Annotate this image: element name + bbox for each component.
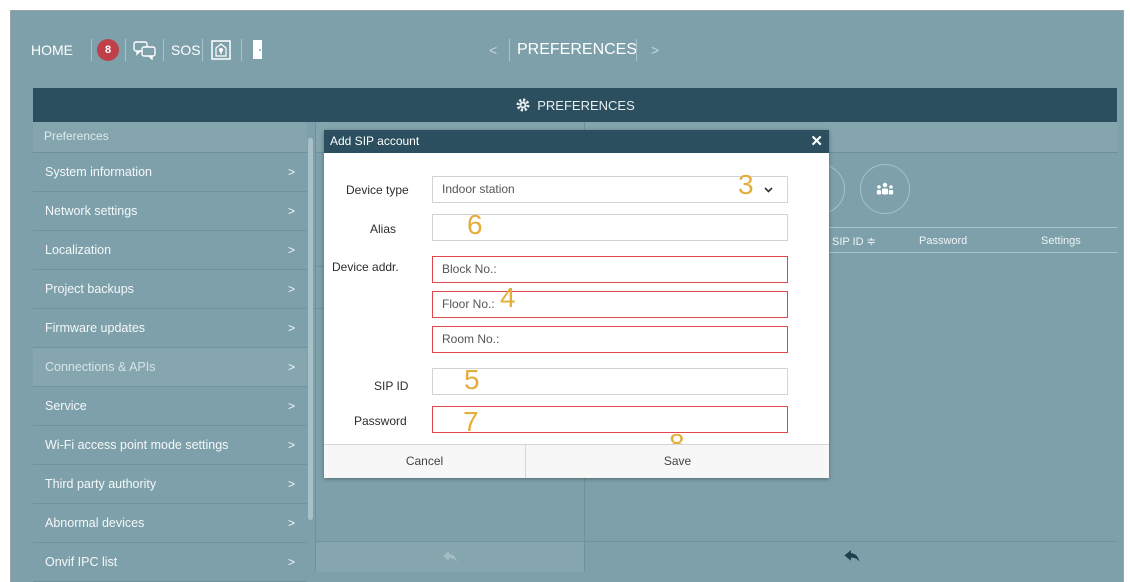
chevron-right-icon: >: [287, 204, 295, 218]
block-no-placeholder: Block No.:: [442, 262, 497, 276]
sidebar-scrollbar[interactable]: [308, 138, 313, 520]
dialog-footer: Cancel Save: [324, 444, 829, 478]
password-input[interactable]: [432, 406, 788, 433]
chevron-right-icon: >: [287, 438, 295, 452]
save-label: Save: [663, 454, 692, 468]
preferences-sidebar: Preferences System information > Network …: [33, 122, 307, 582]
sidebar-item-onvif-ipc-list[interactable]: Onvif IPC list >: [33, 543, 307, 582]
notifications-button[interactable]: 8: [97, 19, 119, 81]
sip-id-label: SIP ID: [374, 379, 409, 393]
sip-id-input[interactable]: [432, 368, 788, 395]
chevron-right-icon: >: [287, 399, 295, 413]
sidebar-item-label: Third party authority: [45, 477, 157, 491]
chevron-down-icon: [764, 187, 773, 193]
page-title-label: PREFERENCES: [517, 41, 638, 58]
sidebar-item-label: Onvif IPC list: [45, 555, 118, 569]
add-sip-account-dialog: Add SIP account ✕ Device type Indoor sta…: [324, 130, 829, 478]
messages-button[interactable]: [133, 19, 157, 81]
callout-3: 3: [738, 169, 754, 200]
home-label: HOME: [31, 42, 73, 58]
dialog-title: Add SIP account: [330, 134, 420, 148]
back-arrow-icon[interactable]: [442, 550, 458, 564]
house-shield-icon: [211, 40, 231, 60]
sidebar-item-label: Wi-Fi access point mode settings: [45, 438, 229, 452]
dialog-header: Add SIP account ✕: [324, 130, 829, 153]
block-no-input[interactable]: Block No.:: [432, 256, 788, 283]
security-button[interactable]: [210, 19, 232, 81]
connections-panel-footer: [316, 541, 584, 572]
gear-icon: [516, 98, 530, 112]
room-no-placeholder: Room No.:: [442, 332, 500, 346]
chevron-right-icon: >: [287, 477, 295, 491]
close-icon[interactable]: ✕: [810, 130, 823, 153]
section-header-title: PREFERENCES: [537, 97, 635, 113]
chat-bubbles-icon: [133, 41, 156, 60]
top-bar: HOME 8 SOS < PREFERENCES >: [19, 19, 1117, 81]
sidebar-item-project-backups[interactable]: Project backups >: [33, 270, 307, 309]
nav-prev-label: <: [489, 42, 498, 58]
callout-4: 4: [500, 282, 516, 313]
add-group-button[interactable]: [860, 164, 910, 214]
sidebar-item-label: Abnormal devices: [45, 516, 145, 530]
nav-next-label: >: [651, 42, 660, 58]
column-sip-id[interactable]: SIP ID ≑: [832, 235, 876, 248]
group-users-icon: [876, 182, 894, 195]
sidebar-item-label: Connections & APIs: [45, 360, 156, 374]
door-button[interactable]: [251, 19, 265, 81]
callout-5: 5: [464, 364, 480, 395]
chevron-right-icon: >: [287, 555, 295, 569]
sidebar-item-label: Network settings: [45, 204, 138, 218]
sidebar-item-label: Firmware updates: [45, 321, 146, 335]
floor-no-input[interactable]: Floor No.:: [432, 291, 788, 318]
alias-label: Alias: [370, 222, 397, 236]
sidebar-item-localization[interactable]: Localization >: [33, 231, 307, 270]
sidebar-item-wifi-ap-mode[interactable]: Wi-Fi access point mode settings >: [33, 426, 307, 465]
nav-prev-button[interactable]: <: [489, 19, 497, 81]
notification-count-badge: 8: [97, 39, 119, 61]
chevron-right-icon: >: [287, 321, 295, 335]
chevron-right-icon: >: [287, 516, 295, 530]
sidebar-item-third-party-authority[interactable]: Third party authority >: [33, 465, 307, 504]
sidebar-item-label: Project backups: [45, 282, 134, 296]
section-header: PREFERENCES: [33, 88, 1117, 122]
device-addr-label: Device addr.: [332, 260, 399, 274]
sidebar-item-service[interactable]: Service >: [33, 387, 307, 426]
sidebar-item-label: System information: [45, 165, 152, 179]
chevron-right-icon: >: [287, 360, 295, 374]
sos-button[interactable]: SOS: [171, 19, 201, 81]
sidebar-item-abnormal-devices[interactable]: Abnormal devices >: [33, 504, 307, 543]
callout-6: 6: [467, 209, 483, 240]
save-button[interactable]: Save: [526, 445, 829, 478]
chevron-right-icon: >: [287, 282, 295, 296]
password-label: Password: [354, 414, 407, 428]
sidebar-item-firmware-updates[interactable]: Firmware updates >: [33, 309, 307, 348]
column-password: Password: [919, 235, 968, 247]
nav-next-button[interactable]: >: [651, 19, 659, 81]
back-arrow-icon[interactable]: [843, 549, 861, 564]
room-no-input[interactable]: Room No.:: [432, 326, 788, 353]
sidebar-item-system-information[interactable]: System information >: [33, 153, 307, 192]
sos-label: SOS: [171, 42, 201, 58]
app-window: HOME 8 SOS < PREFERENCES > PREFERENCES P…: [10, 10, 1124, 582]
cancel-label: Cancel: [405, 454, 444, 468]
chevron-right-icon: >: [287, 243, 295, 257]
home-button[interactable]: HOME: [31, 19, 73, 81]
sip-accounts-footer: [585, 541, 1118, 572]
device-type-select[interactable]: Indoor station: [432, 176, 788, 203]
sidebar-item-connections-apis[interactable]: Connections & APIs >: [33, 348, 307, 387]
device-type-label: Device type: [346, 183, 409, 197]
column-settings: Settings: [1041, 235, 1081, 247]
device-type-value: Indoor station: [442, 182, 515, 196]
sidebar-heading: Preferences: [33, 122, 307, 153]
chevron-right-icon: >: [287, 165, 295, 179]
alias-input[interactable]: [432, 214, 788, 241]
cancel-button[interactable]: Cancel: [324, 445, 526, 478]
door-icon: [253, 40, 262, 59]
page-title: PREFERENCES: [517, 19, 637, 81]
callout-7: 7: [463, 406, 479, 437]
floor-no-placeholder: Floor No.:: [442, 297, 495, 311]
sidebar-item-label: Service: [45, 399, 87, 413]
sidebar-item-label: Localization: [45, 243, 112, 257]
sidebar-item-network-settings[interactable]: Network settings >: [33, 192, 307, 231]
